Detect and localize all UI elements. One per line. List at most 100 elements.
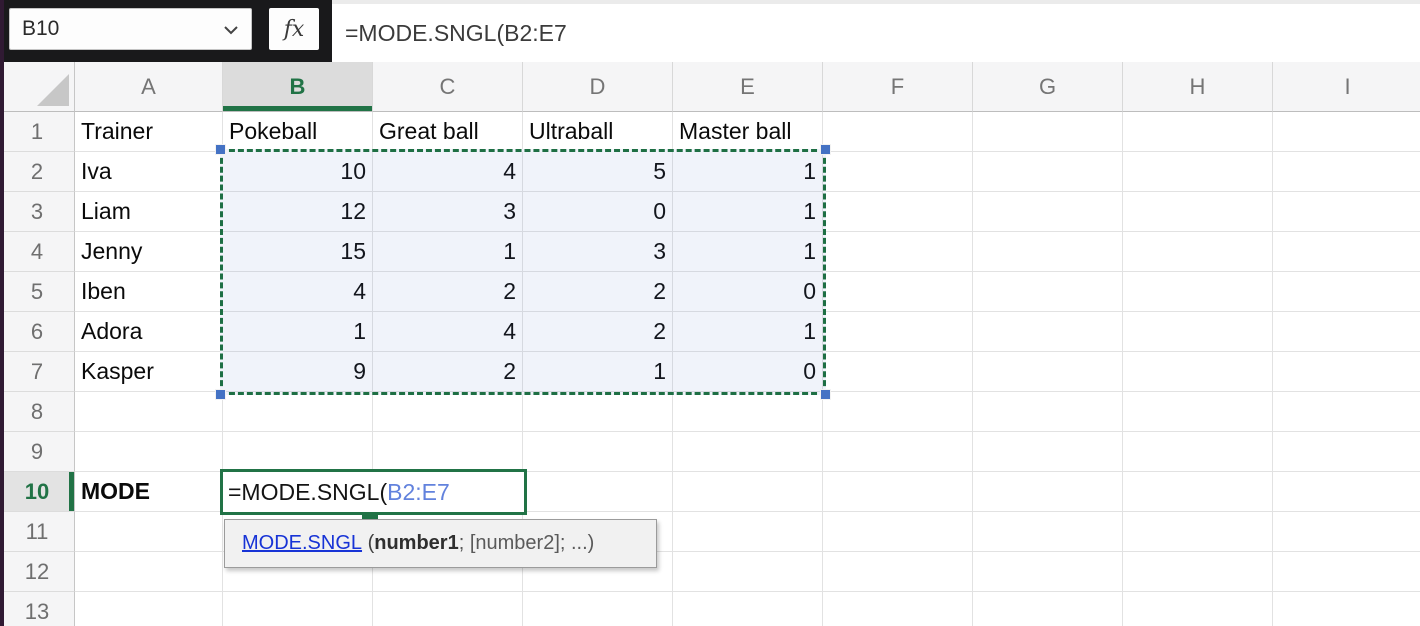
cell-I7[interactable]	[1273, 352, 1420, 392]
formula-input[interactable]: =MODE.SNGL(B2:E7	[332, 0, 1420, 62]
cell-H3[interactable]	[1123, 192, 1273, 232]
active-cell-editor[interactable]: =MODE.SNGL( B2:E7	[220, 469, 527, 515]
select-all-button[interactable]	[0, 62, 75, 112]
cell-H12[interactable]	[1123, 552, 1273, 592]
cell-G4[interactable]	[973, 232, 1123, 272]
cell-F9[interactable]	[823, 432, 973, 472]
cell-I5[interactable]	[1273, 272, 1420, 312]
column-header-F[interactable]: F	[823, 62, 973, 112]
cell-H9[interactable]	[1123, 432, 1273, 472]
row-header-1[interactable]: 1	[0, 112, 75, 152]
cell-F4[interactable]	[823, 232, 973, 272]
cell-I6[interactable]	[1273, 312, 1420, 352]
cell-E12[interactable]	[673, 552, 823, 592]
cell-H5[interactable]	[1123, 272, 1273, 312]
cell-I11[interactable]	[1273, 512, 1420, 552]
cell-A1[interactable]: Trainer	[75, 112, 223, 152]
row-header-5[interactable]: 5	[0, 272, 75, 312]
column-header-E[interactable]: E	[673, 62, 823, 112]
cell-A5[interactable]: Iben	[75, 272, 223, 312]
cell-A9[interactable]	[75, 432, 223, 472]
row-header-13[interactable]: 13	[0, 592, 75, 626]
cell-F1[interactable]	[823, 112, 973, 152]
cell-F5[interactable]	[823, 272, 973, 312]
cell-I13[interactable]	[1273, 592, 1420, 626]
cell-A11[interactable]	[75, 512, 223, 552]
cell-H13[interactable]	[1123, 592, 1273, 626]
cell-B1[interactable]: Pokeball	[223, 112, 373, 152]
column-header-B[interactable]: B	[223, 62, 373, 112]
cell-G10[interactable]	[973, 472, 1123, 512]
row-header-10[interactable]: 10	[0, 472, 75, 512]
cell-G3[interactable]	[973, 192, 1123, 232]
cell-F7[interactable]	[823, 352, 973, 392]
cell-G6[interactable]	[973, 312, 1123, 352]
cell-G7[interactable]	[973, 352, 1123, 392]
cell-I3[interactable]	[1273, 192, 1420, 232]
cell-I4[interactable]	[1273, 232, 1420, 272]
cell-A2[interactable]: Iva	[75, 152, 223, 192]
cell-I12[interactable]	[1273, 552, 1420, 592]
column-header-D[interactable]: D	[523, 62, 673, 112]
cell-G8[interactable]	[973, 392, 1123, 432]
cell-E8[interactable]	[673, 392, 823, 432]
column-header-H[interactable]: H	[1123, 62, 1273, 112]
column-header-I[interactable]: I	[1273, 62, 1420, 112]
selection-handle-top-left[interactable]	[215, 144, 226, 155]
cell-H1[interactable]	[1123, 112, 1273, 152]
cell-F6[interactable]	[823, 312, 973, 352]
name-box[interactable]: B10	[9, 8, 252, 50]
cell-G5[interactable]	[973, 272, 1123, 312]
cell-C9[interactable]	[373, 432, 523, 472]
cell-F11[interactable]	[823, 512, 973, 552]
cell-G9[interactable]	[973, 432, 1123, 472]
cell-F12[interactable]	[823, 552, 973, 592]
cell-A12[interactable]	[75, 552, 223, 592]
cell-C1[interactable]: Great ball	[373, 112, 523, 152]
cell-I2[interactable]	[1273, 152, 1420, 192]
tooltip-function-link[interactable]: MODE.SNGL	[242, 532, 362, 555]
cell-E13[interactable]	[673, 592, 823, 626]
cell-F10[interactable]	[823, 472, 973, 512]
row-header-12[interactable]: 12	[0, 552, 75, 592]
cell-B8[interactable]	[223, 392, 373, 432]
selection-handle-top-right[interactable]	[820, 144, 831, 155]
cell-A13[interactable]	[75, 592, 223, 626]
cell-D13[interactable]	[523, 592, 673, 626]
cell-F8[interactable]	[823, 392, 973, 432]
cell-A8[interactable]	[75, 392, 223, 432]
row-header-3[interactable]: 3	[0, 192, 75, 232]
cell-D8[interactable]	[523, 392, 673, 432]
cell-E9[interactable]	[673, 432, 823, 472]
cell-E1[interactable]: Master ball	[673, 112, 823, 152]
cell-A6[interactable]: Adora	[75, 312, 223, 352]
cell-G12[interactable]	[973, 552, 1123, 592]
cell-A10[interactable]: MODE	[75, 472, 223, 512]
cell-H7[interactable]	[1123, 352, 1273, 392]
cell-A7[interactable]: Kasper	[75, 352, 223, 392]
cell-H6[interactable]	[1123, 312, 1273, 352]
chevron-down-icon[interactable]	[223, 17, 239, 41]
cell-E11[interactable]	[673, 512, 823, 552]
cell-F2[interactable]	[823, 152, 973, 192]
cell-I10[interactable]	[1273, 472, 1420, 512]
selection-handle-bottom-left[interactable]	[215, 389, 226, 400]
selection-handle-bottom-right[interactable]	[820, 389, 831, 400]
cell-A4[interactable]: Jenny	[75, 232, 223, 272]
cell-H8[interactable]	[1123, 392, 1273, 432]
row-header-4[interactable]: 4	[0, 232, 75, 272]
row-header-6[interactable]: 6	[0, 312, 75, 352]
cell-D1[interactable]: Ultraball	[523, 112, 673, 152]
column-header-G[interactable]: G	[973, 62, 1123, 112]
cell-D9[interactable]	[523, 432, 673, 472]
cell-B9[interactable]	[223, 432, 373, 472]
row-header-2[interactable]: 2	[0, 152, 75, 192]
cell-A3[interactable]: Liam	[75, 192, 223, 232]
row-header-11[interactable]: 11	[0, 512, 75, 552]
cell-E10[interactable]	[673, 472, 823, 512]
cell-G2[interactable]	[973, 152, 1123, 192]
range-selection[interactable]	[220, 149, 826, 395]
cell-G1[interactable]	[973, 112, 1123, 152]
cell-C8[interactable]	[373, 392, 523, 432]
cell-H11[interactable]	[1123, 512, 1273, 552]
